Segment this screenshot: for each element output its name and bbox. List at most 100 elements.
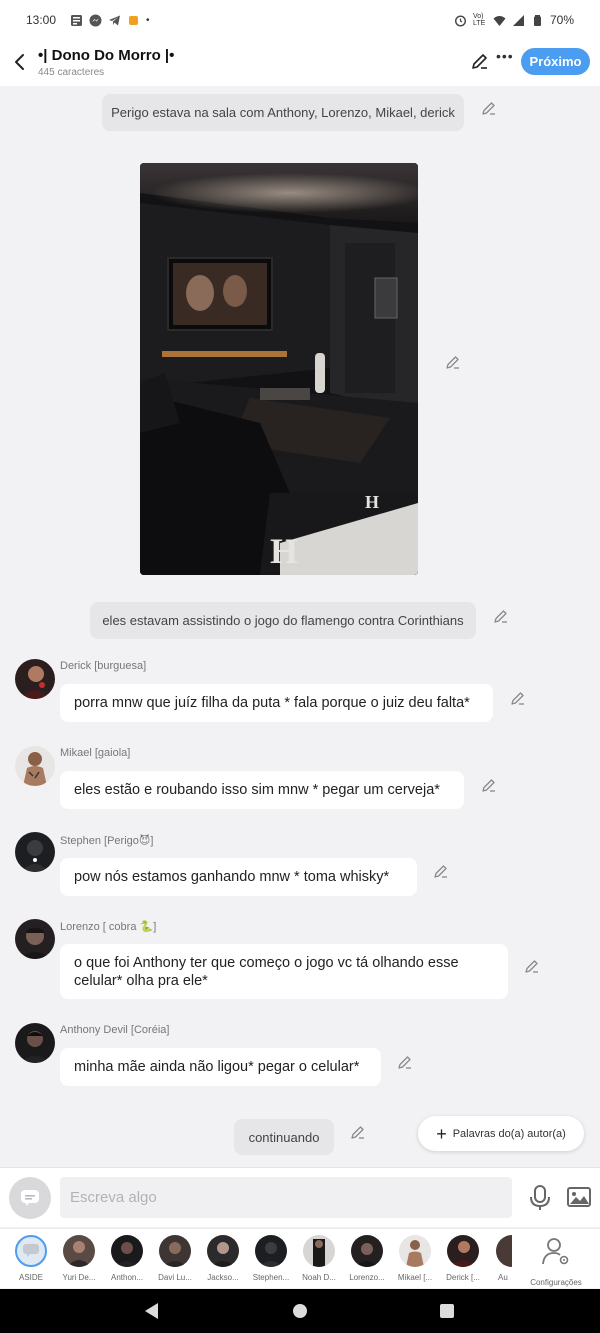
cast-character[interactable]: Au (488, 1235, 512, 1282)
character-name: Lorenzo [ cobra 🐍] (60, 921, 157, 933)
cast-character[interactable]: Anthon... (104, 1235, 150, 1282)
pencil-icon[interactable] (524, 958, 540, 974)
status-right: Vo) LTE 70% (454, 13, 574, 27)
cast-label: Stephen... (252, 1273, 290, 1282)
settings-person-icon (542, 1238, 569, 1265)
story-image[interactable]: H H (140, 163, 418, 575)
avatar (111, 1235, 143, 1267)
avatar[interactable] (15, 919, 55, 959)
next-button[interactable]: Próximo (521, 48, 590, 75)
pencil-icon[interactable] (470, 51, 490, 71)
character-name: Stephen [Perigo😈] (60, 835, 154, 847)
status-bar: 13:00 • Vo) LTE 70% (0, 0, 600, 40)
avatar (255, 1235, 287, 1267)
avatar (447, 1235, 479, 1267)
pencil-icon[interactable] (445, 354, 461, 370)
avatar[interactable] (15, 832, 55, 872)
avatar (399, 1235, 431, 1267)
more-icon[interactable]: ••• (496, 48, 514, 64)
cast-label: Lorenzo... (349, 1273, 385, 1282)
chat-bubble-icon[interactable] (9, 1177, 51, 1219)
cast-label: Yuri De... (62, 1273, 96, 1282)
nav-home-icon[interactable] (293, 1304, 307, 1318)
cast-aside[interactable]: ASIDE (8, 1235, 54, 1282)
pencil-icon[interactable] (493, 608, 509, 624)
pencil-icon[interactable] (510, 690, 526, 706)
pencil-icon[interactable] (481, 100, 497, 116)
avatar[interactable] (15, 659, 55, 699)
author-words-label: Palavras do(a) autor(a) (452, 1127, 566, 1140)
dialogue-bubble[interactable]: porra mnw que juíz filha da puta * fala … (60, 684, 493, 722)
narration-bubble[interactable]: continuando (234, 1119, 334, 1155)
messenger-icon (89, 14, 102, 26)
signal-icon (512, 14, 524, 26)
app-notification-icon (129, 15, 139, 25)
status-time: 13:00 (26, 13, 57, 27)
character-name: Anthony Devil [Coréia] (60, 1024, 170, 1036)
pencil-icon[interactable] (397, 1054, 413, 1070)
cast-character[interactable]: Jackso... (200, 1235, 246, 1282)
character-name: Mikael [gaiola] (60, 747, 131, 759)
nav-back-icon[interactable] (145, 1303, 158, 1319)
avatar[interactable] (15, 746, 55, 786)
notification-icons: • (70, 14, 150, 27)
character-name: Derick [burguesa] (60, 660, 147, 672)
cast-character[interactable]: Derick [... (440, 1235, 486, 1282)
cast-label: ASIDE (18, 1273, 43, 1282)
avatar (351, 1235, 383, 1267)
cast-character[interactable]: Noah D... (296, 1235, 342, 1282)
more-notifications-dot: • (146, 14, 150, 26)
cast-label: Derick [... (446, 1273, 480, 1282)
cast-character[interactable]: Mikael [... (392, 1235, 438, 1282)
wifi-icon (493, 15, 506, 26)
author-words-button[interactable]: + Palavras do(a) autor(a) (418, 1116, 584, 1151)
cast-label: Configurações (530, 1278, 582, 1287)
cast-label: Mikael [... (397, 1273, 433, 1282)
svg-text:H: H (365, 492, 379, 512)
mic-icon[interactable] (528, 1184, 552, 1212)
battery-icon (533, 14, 541, 26)
chat-bubble-icon (15, 1235, 47, 1267)
cast-character[interactable]: Davi Lu... (152, 1235, 198, 1282)
nav-recents-icon[interactable] (440, 1304, 454, 1318)
telegram-icon (109, 15, 121, 25)
dialogue-bubble[interactable]: pow nós estamos ganhando mnw * toma whis… (60, 858, 417, 896)
cast-character[interactable]: Yuri De... (56, 1235, 102, 1282)
avatar[interactable] (15, 1023, 55, 1063)
battery-level: 70% (549, 13, 574, 27)
story-header: •| Dono Do Morro |• 445 caracteres ••• P… (0, 40, 600, 86)
settings-button[interactable]: Configurações (525, 1235, 587, 1287)
system-nav-bar (0, 1289, 600, 1333)
cast-label: Jackso... (207, 1273, 239, 1282)
composer-bar (0, 1167, 600, 1227)
pencil-icon[interactable] (481, 777, 497, 793)
dialogue-bubble[interactable]: eles estão e roubando isso sim mnw * peg… (60, 771, 464, 809)
story-title: •| Dono Do Morro |• (38, 47, 175, 64)
cast-character[interactable]: Lorenzo... (344, 1235, 390, 1282)
back-arrow-icon[interactable] (8, 50, 32, 74)
cast-label: Au (498, 1273, 508, 1282)
cast-label: Davi Lu... (158, 1273, 192, 1282)
svg-text:H: H (270, 531, 298, 571)
character-count: 445 caracteres (38, 67, 105, 78)
pencil-icon[interactable] (433, 863, 449, 879)
character-cast-bar: ASIDE Yuri De... Anthon... Davi Lu... Ja… (0, 1228, 600, 1288)
dialogue-bubble[interactable]: o que foi Anthony ter que começo o jogo … (60, 944, 508, 999)
dark-living-room-image: H H (140, 163, 418, 575)
avatar (63, 1235, 95, 1267)
pencil-icon[interactable] (350, 1124, 366, 1140)
avatar (303, 1235, 335, 1267)
dialogue-bubble[interactable]: minha mãe ainda não ligou* pegar o celul… (60, 1048, 381, 1086)
plus-icon: + (436, 1123, 447, 1144)
narration-bubble[interactable]: Perigo estava na sala com Anthony, Loren… (102, 94, 464, 131)
cast-label: Noah D... (302, 1273, 336, 1282)
avatar (159, 1235, 191, 1267)
cast-label: Anthon... (110, 1273, 144, 1282)
image-icon[interactable] (566, 1185, 592, 1209)
avatar (207, 1235, 239, 1267)
narration-bubble[interactable]: eles estavam assistindo o jogo do flamen… (90, 602, 476, 639)
message-input[interactable] (60, 1177, 512, 1218)
cast-character[interactable]: Stephen... (248, 1235, 294, 1282)
avatar (496, 1235, 512, 1267)
alarm-icon (454, 14, 466, 27)
